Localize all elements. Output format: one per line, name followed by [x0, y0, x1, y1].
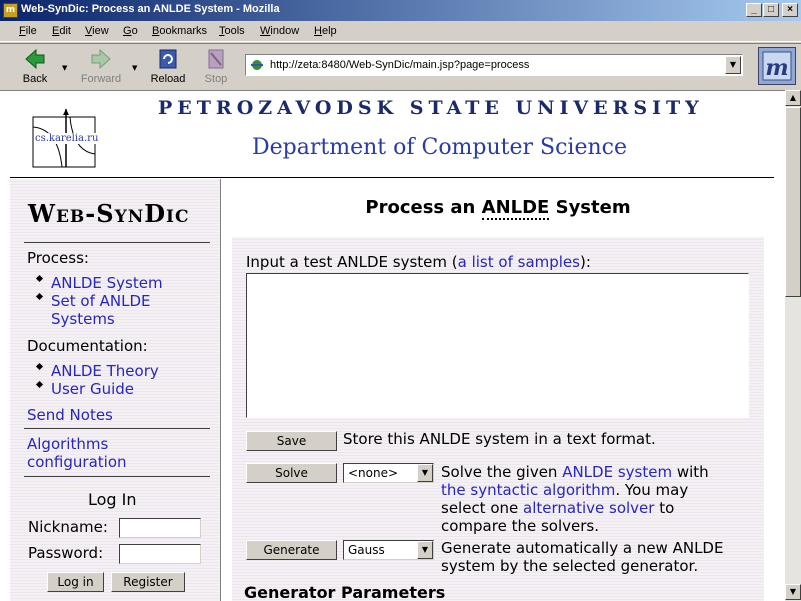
menu-go[interactable]: Go: [123, 25, 138, 37]
sidebar-link-set-of-anlde-cont[interactable]: Systems: [51, 310, 115, 328]
sidebar-divider: [24, 428, 210, 429]
chevron-down-icon: ▼: [417, 541, 433, 559]
sidebar-link-algorithms[interactable]: Algorithms: [27, 435, 108, 453]
menu-edit[interactable]: Edit: [52, 25, 71, 37]
process-heading: Process:: [27, 249, 89, 267]
save-description: Store this ANLDE system in a text format…: [343, 430, 656, 448]
url-text[interactable]: http://zeta:8480/Web-SynDic/main.jsp?pag…: [270, 59, 529, 71]
register-button[interactable]: Register: [111, 572, 185, 592]
url-history-dropdown[interactable]: ▼: [725, 56, 741, 74]
svg-text:m: m: [765, 55, 788, 81]
nickname-input[interactable]: [119, 518, 201, 538]
anlde-system-link[interactable]: ANLDE system: [562, 463, 672, 481]
save-button[interactable]: Save: [246, 431, 337, 451]
sidebar: Web-SynDic Process: ANLDE System Set of …: [10, 179, 221, 601]
menu-help[interactable]: Help: [314, 25, 337, 37]
site-title: Web-SynDic: [28, 199, 190, 228]
vertical-scrollbar[interactable]: ▲ ▼: [785, 90, 801, 601]
logo-text: cs.karelia.ru: [34, 133, 100, 144]
forward-button[interactable]: Forward: [79, 47, 123, 87]
generate-description-line2: system by the selected generator.: [441, 557, 699, 575]
solve-description-line3: select one alternative solver to: [441, 499, 675, 517]
menu-window[interactable]: Window: [260, 25, 299, 37]
header-divider: [10, 177, 774, 178]
stop-icon: [208, 49, 224, 69]
solve-description-line1: Solve the given ANLDE system with: [441, 463, 709, 481]
page-viewport: cs.karelia.ru PETROZAVODSK STATE UNIVERS…: [0, 90, 785, 601]
samples-link[interactable]: a list of samples: [458, 253, 580, 271]
syntactic-algorithm-link[interactable]: the syntactic algorithm: [441, 481, 615, 499]
solver-select[interactable]: <none> ▼: [343, 463, 434, 483]
sidebar-divider: [24, 242, 210, 243]
url-bar[interactable]: http://zeta:8480/Web-SynDic/main.jsp?pag…: [245, 54, 743, 76]
maximize-button[interactable]: □: [763, 3, 779, 17]
menu-file[interactable]: File: [19, 25, 37, 37]
solve-description-line2: the syntactic algorithm. You may: [441, 481, 689, 499]
page-title: Process an ANLDE System: [365, 197, 631, 220]
solve-description-line4: compare the solvers.: [441, 517, 599, 535]
password-input[interactable]: [119, 544, 201, 564]
generator-parameters-heading: Generator Parameters: [244, 583, 446, 601]
chevron-down-icon: ▼: [417, 464, 433, 482]
mozilla-app-icon[interactable]: m: [3, 3, 18, 18]
list-bullet: [35, 274, 44, 283]
sidebar-link-algorithms-cont[interactable]: configuration: [27, 453, 127, 471]
menu-tools[interactable]: Tools: [219, 25, 245, 37]
solve-button[interactable]: Solve: [246, 463, 337, 483]
back-button[interactable]: Back: [13, 47, 57, 87]
menu-bar: File Edit View Go Bookmarks Tools Window…: [0, 22, 801, 42]
window-title: Web-SynDic: Process an ANLDE System - Mo…: [21, 3, 280, 15]
sidebar-link-send-notes[interactable]: Send Notes: [27, 406, 113, 424]
department-name: Department of Computer Science: [252, 135, 627, 160]
reload-icon: [159, 49, 177, 69]
documentation-heading: Documentation:: [27, 337, 148, 355]
scroll-down-button[interactable]: ▼: [785, 584, 801, 600]
list-bullet: [35, 292, 44, 301]
scroll-thumb[interactable]: [785, 107, 801, 297]
nickname-label: Nickname:: [28, 518, 108, 536]
login-title: Log In: [88, 490, 137, 509]
page-icon: [251, 60, 263, 70]
sidebar-link-anlde-theory[interactable]: ANLDE Theory: [51, 362, 159, 380]
generator-select[interactable]: Gauss ▼: [343, 540, 434, 560]
sidebar-divider: [24, 476, 210, 477]
alternative-solver-link[interactable]: alternative solver: [523, 499, 654, 517]
mozilla-throbber-icon[interactable]: m: [758, 47, 796, 85]
back-history-dropdown[interactable]: ▼: [62, 64, 70, 72]
close-button[interactable]: ×: [782, 3, 798, 17]
input-label: Input a test ANLDE system (a list of sam…: [246, 253, 591, 271]
back-arrow-icon: [25, 48, 45, 70]
stop-button[interactable]: Stop: [194, 47, 238, 87]
menu-bookmarks[interactable]: Bookmarks: [152, 25, 207, 37]
scroll-up-button[interactable]: ▲: [785, 90, 801, 106]
university-name: PETROZAVODSK STATE UNIVERSITY: [158, 97, 704, 119]
sidebar-link-set-of-anlde[interactable]: Set of ANLDE: [51, 292, 151, 310]
minimize-button[interactable]: _: [746, 3, 762, 17]
login-button[interactable]: Log in: [47, 572, 104, 592]
password-label: Password:: [28, 544, 104, 562]
sidebar-link-anlde-system[interactable]: ANLDE System: [51, 274, 163, 292]
anlde-system-textarea[interactable]: [246, 273, 749, 418]
menu-view[interactable]: View: [85, 25, 109, 37]
forward-history-dropdown[interactable]: ▼: [132, 64, 140, 72]
window-title-bar: m Web-SynDic: Process an ANLDE System - …: [0, 0, 801, 21]
generate-button[interactable]: Generate: [246, 540, 337, 560]
forward-arrow-icon: [91, 48, 111, 70]
list-bullet: [35, 362, 44, 371]
generate-description-line1: Generate automatically a new ANLDE: [441, 539, 724, 557]
list-bullet: [35, 380, 44, 389]
reload-button[interactable]: Reload: [146, 47, 190, 87]
sidebar-link-user-guide[interactable]: User Guide: [51, 380, 134, 398]
